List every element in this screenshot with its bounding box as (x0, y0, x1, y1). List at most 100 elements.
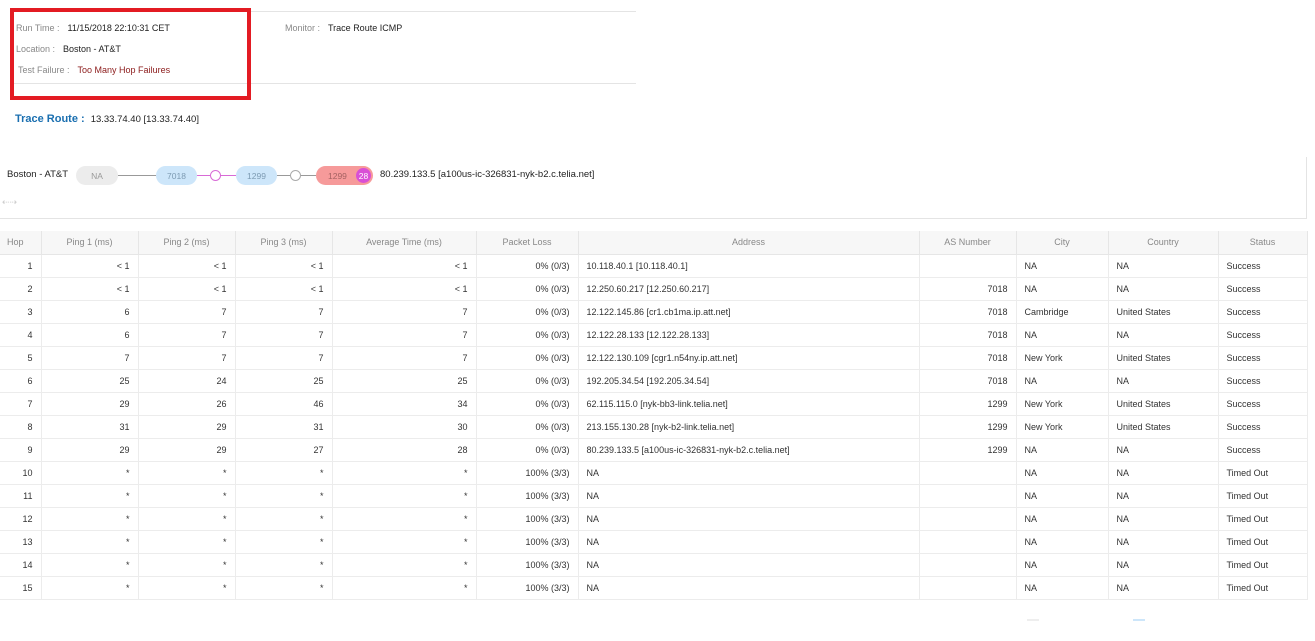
cell-city: NA (1015, 529, 1109, 554)
cell-country: United States (1107, 345, 1219, 370)
cell-packet-loss: 0% (0/3) (475, 345, 579, 370)
column-header-packet-loss[interactable]: Packet Loss (475, 231, 579, 255)
column-header-avg-time[interactable]: Average Time (ms) (331, 231, 477, 255)
column-header-ping3[interactable]: Ping 3 (ms) (234, 231, 333, 255)
cell-ping3: < 1 (234, 276, 333, 301)
cell-country: United States (1107, 414, 1219, 439)
cell-ping2: * (137, 529, 236, 554)
cell-packet-loss: 100% (3/3) (475, 529, 579, 554)
cell-as-number: 1299 (918, 391, 1017, 416)
cell-status: Success (1217, 299, 1308, 324)
column-header-address[interactable]: Address (577, 231, 920, 255)
table-row[interactable]: 15 * * * * 100% (3/3) NA NA NA Timed Out (0, 575, 1308, 600)
cell-status: Timed Out (1217, 483, 1308, 508)
table-row[interactable]: 10 * * * * 100% (3/3) NA NA NA Timed Out (0, 460, 1308, 485)
table-row[interactable]: 13 * * * * 100% (3/3) NA NA NA Timed Out (0, 529, 1308, 554)
cell-ping3: * (234, 483, 333, 508)
cell-packet-loss: 100% (3/3) (475, 483, 579, 508)
hop-table: Hop Ping 1 (ms) Ping 2 (ms) Ping 3 (ms) Aver… (0, 231, 1308, 600)
location-label: Location : (16, 44, 56, 54)
cell-ping3: * (234, 575, 333, 600)
column-header-ping2[interactable]: Ping 2 (ms) (137, 231, 236, 255)
cell-ping3: 31 (234, 414, 333, 439)
cell-ping3: * (234, 529, 333, 554)
cell-city: NA (1015, 276, 1109, 301)
trace-route-heading: Trace Route : 13.33.74.40 [13.33.74.40] (15, 113, 199, 125)
cell-city: NA (1015, 506, 1109, 531)
cell-city: Cambridge (1015, 299, 1109, 324)
cell-ping1: * (40, 552, 139, 577)
cell-country: NA (1107, 253, 1219, 278)
cell-status: Timed Out (1217, 529, 1308, 554)
table-row[interactable]: 8 31 29 31 30 0% (0/3) 213.155.130.28 [nyk-b2-… (0, 414, 1308, 439)
column-header-country[interactable]: Country (1107, 231, 1219, 255)
table-row[interactable]: 12 * * * * 100% (3/3) NA NA NA Timed Out (0, 506, 1308, 531)
cell-avg-time: * (331, 552, 477, 577)
cell-avg-time: 30 (331, 414, 477, 439)
cell-avg-time: 34 (331, 391, 477, 416)
cell-status: Timed Out (1217, 552, 1308, 577)
cell-packet-loss: 100% (3/3) (475, 506, 579, 531)
cell-city: NA (1015, 575, 1109, 600)
cell-ping1: * (40, 506, 139, 531)
cell-address: 62.115.115.0 [nyk-bb3-link.telia.net] (577, 391, 920, 416)
cell-ping3: 27 (234, 437, 333, 462)
cell-ping2: 29 (137, 414, 236, 439)
cell-country: NA (1107, 276, 1219, 301)
table-row[interactable]: 6 25 24 25 25 0% (0/3) 192.205.34.54 [192.205.… (0, 368, 1308, 393)
cell-status: Success (1217, 391, 1308, 416)
node-label: 1299 (328, 170, 347, 181)
cell-country: NA (1107, 483, 1219, 508)
cell-packet-loss: 0% (0/3) (475, 437, 579, 462)
cell-city: NA (1015, 437, 1109, 462)
path-node-na[interactable]: NA (76, 166, 118, 185)
path-link (118, 175, 156, 176)
column-header-hop[interactable]: Hop (0, 231, 42, 255)
cell-avg-time: * (331, 529, 477, 554)
table-row[interactable]: 5 7 7 7 7 0% (0/3) 12.122.130.109 [cgr1.n54ny.… (0, 345, 1308, 370)
table-row[interactable]: 9 29 29 27 28 0% (0/3) 80.239.133.5 [a100us-ic… (0, 437, 1308, 462)
column-header-as-number[interactable]: AS Number (918, 231, 1017, 255)
table-row[interactable]: 4 6 7 7 7 0% (0/3) 12.122.28.133 [12.122.28.13… (0, 322, 1308, 347)
column-header-ping1[interactable]: Ping 1 (ms) (40, 231, 139, 255)
cell-packet-loss: 0% (0/3) (475, 299, 579, 324)
table-row[interactable]: 11 * * * * 100% (3/3) NA NA NA Timed Out (0, 483, 1308, 508)
path-node-as7018[interactable]: 7018 (156, 166, 197, 185)
cell-status: Success (1217, 368, 1308, 393)
cell-ping2: 7 (137, 345, 236, 370)
pagination-mark (1027, 619, 1039, 621)
cell-ping3: 46 (234, 391, 333, 416)
monitor-row: Monitor : Trace Route ICMP (285, 23, 402, 33)
table-row[interactable]: 3 6 7 7 7 0% (0/3) 12.122.145.86 [cr1.cb1ma.ip… (0, 299, 1308, 324)
pagination-mark (1133, 619, 1145, 621)
cell-ping1: * (40, 460, 139, 485)
cell-address: NA (577, 552, 920, 577)
cell-as-number (918, 529, 1017, 554)
column-header-status[interactable]: Status (1217, 231, 1308, 255)
table-row[interactable]: 14 * * * * 100% (3/3) NA NA NA Timed Out (0, 552, 1308, 577)
path-hop-circle[interactable] (290, 170, 301, 181)
column-header-city[interactable]: City (1015, 231, 1109, 255)
table-header-row: Hop Ping 1 (ms) Ping 2 (ms) Ping 3 (ms) Aver… (0, 231, 1308, 255)
cell-ping3: 25 (234, 368, 333, 393)
table-row[interactable]: 1 < 1 < 1 < 1 < 1 0% (0/3) 10.118.40.1 [10.118… (0, 253, 1308, 278)
table-row[interactable]: 2 < 1 < 1 < 1 < 1 0% (0/3) 12.250.60.217 [12.2… (0, 276, 1308, 301)
table-row[interactable]: 7 29 26 46 34 0% (0/3) 62.115.115.0 [nyk-bb3-l… (0, 391, 1308, 416)
cell-address: 80.239.133.5 [a100us-ic-326831-nyk-b2.c.… (577, 437, 920, 462)
cell-avg-time: < 1 (331, 276, 477, 301)
cell-ping1: 25 (40, 368, 139, 393)
cell-hop: 15 (0, 575, 42, 600)
cell-address: NA (577, 529, 920, 554)
path-node-as1299[interactable]: 1299 (236, 166, 277, 185)
path-hop-circle[interactable] (210, 170, 221, 181)
cell-ping1: * (40, 575, 139, 600)
cell-ping1: 7 (40, 345, 139, 370)
cell-as-number: 7018 (918, 322, 1017, 347)
cell-ping2: * (137, 460, 236, 485)
path-node-as1299-failed[interactable]: 1299 28 (316, 166, 373, 185)
cell-ping1: * (40, 529, 139, 554)
cell-ping2: < 1 (137, 253, 236, 278)
cell-as-number (918, 253, 1017, 278)
expand-arrows-icon[interactable]: ⇠⇢ (2, 197, 17, 208)
cell-ping2: < 1 (137, 276, 236, 301)
